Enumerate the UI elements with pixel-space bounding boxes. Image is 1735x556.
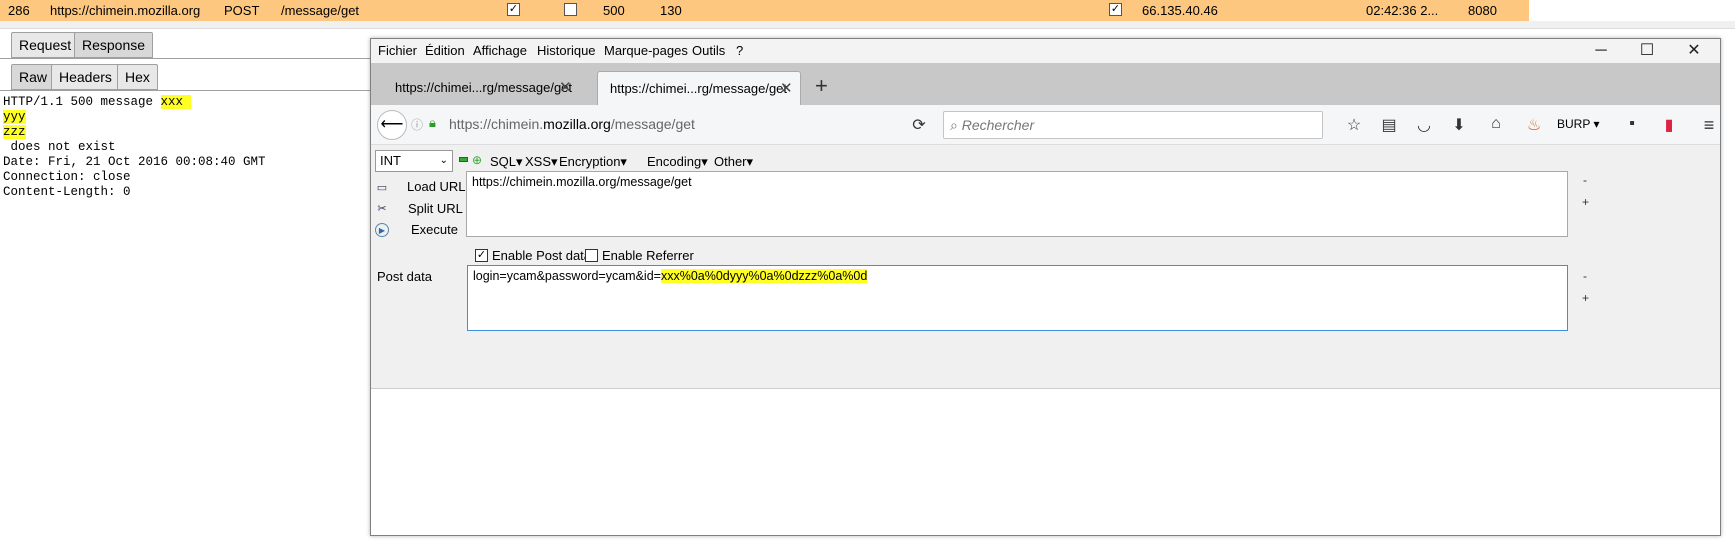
chevron-down-icon: ⌄ (439, 155, 448, 166)
tab-response[interactable]: Response (74, 32, 154, 58)
row-method: POST (224, 3, 260, 18)
split-divider[interactable] (0, 21, 1735, 29)
resp-line3: zzz (3, 125, 26, 139)
hamburger-menu-icon[interactable]: ≡ (1697, 115, 1721, 136)
enable-post-label: Enable Post data (492, 248, 592, 263)
tab-headers[interactable]: Headers (51, 64, 120, 90)
back-arrow-icon[interactable]: ⟵ (377, 110, 407, 140)
load-url-button[interactable]: Load URL (407, 179, 466, 194)
post-shrink-button[interactable]: - (1583, 269, 1587, 283)
minimize-button[interactable]: ─ (1581, 41, 1621, 61)
row-path: /message/get (281, 3, 360, 18)
menu-fichier[interactable]: Fichier (378, 43, 417, 58)
close-icon[interactable]: ✕ (780, 72, 793, 106)
menu-marque-pages[interactable]: Marque-pages (604, 43, 688, 58)
resp-line6: Connection: close (3, 170, 131, 184)
browser-tab-1[interactable]: https://chimei...rg/message/get ✕ (383, 71, 581, 105)
home-icon[interactable]: ⌂ (1484, 115, 1508, 133)
encoding-menu[interactable]: Encoding▾ (647, 154, 708, 170)
xss-menu[interactable]: XSS▾ (525, 154, 558, 170)
browser-tab-1-label: https://chimei...rg/message/get (395, 80, 573, 95)
other-menu[interactable]: Other▾ (714, 154, 753, 170)
comment-icon[interactable]: ▪ (1620, 115, 1644, 133)
search-input[interactable]: ⌕ Rechercher (943, 111, 1323, 139)
row-host: https://chimein.mozilla.org (50, 3, 201, 18)
download-icon[interactable]: ⬇ (1447, 115, 1471, 135)
resp-line7: Content-Length: 0 (3, 185, 131, 199)
post-grow-button[interactable]: + (1582, 291, 1589, 305)
close-icon[interactable]: ✕ (559, 71, 572, 105)
row-status: 500 (603, 3, 625, 18)
increase-icon[interactable]: ⊕ (472, 153, 482, 167)
decrease-icon[interactable] (459, 157, 468, 162)
hackbar-panel: ▭ Load URL ✂ Split URL ▶ Execute https:/… (371, 171, 1720, 389)
int-select[interactable]: INT ⌄ (375, 150, 453, 172)
history-row-selected[interactable]: 286 https://chimein.mozilla.org POST /me… (0, 0, 1529, 21)
tab-request[interactable]: Request (11, 32, 80, 58)
post-data-payload: xxx%0a%0dyyy%0a%0dzzz%0a%0d (660, 269, 868, 283)
resp-line2: yyy (3, 110, 26, 124)
reload-icon[interactable]: ⟳ (907, 115, 931, 135)
ssl-checkbox[interactable]: ✓ (1109, 3, 1122, 16)
menu-help[interactable]: ? (736, 43, 743, 58)
row-ip: 66.135.40.46 (1142, 3, 1218, 18)
firefox-window: Fichier Édition Affichage Historique Mar… (370, 38, 1721, 536)
info-icon[interactable]: ⓘ (411, 116, 423, 133)
resp-line4: does not exist (3, 140, 116, 154)
page-content (371, 389, 1720, 535)
reader-list-icon[interactable]: ▤ (1377, 115, 1401, 135)
browser-tab-2-label: https://chimei...rg/message/get (610, 81, 788, 96)
response-raw-text[interactable]: HTTP/1.1 500 message xxx yyy zzz does no… (3, 95, 266, 200)
browser-tab-2[interactable]: https://chimei...rg/message/get ✕ (597, 71, 801, 105)
encryption-menu[interactable]: Encryption▾ (559, 154, 627, 170)
edited-checkbox[interactable] (564, 3, 577, 16)
nav-bar: ⟵ ⓘ 🔒︎ https://chimein.mozilla.org/messa… (371, 105, 1720, 145)
url-bar[interactable]: https://chimein.mozilla.org/message/get (443, 111, 903, 139)
enable-post-checkbox[interactable]: ✓ (475, 249, 488, 262)
post-data-label: Post data (377, 269, 432, 284)
scissors-icon: ✂ (377, 203, 387, 215)
tab-hex[interactable]: Hex (117, 64, 158, 90)
search-icon: ⌕ (950, 117, 958, 133)
burp-proxy-menu[interactable]: BURP ▾ (1557, 117, 1599, 131)
menu-bar: Fichier Édition Affichage Historique Mar… (371, 39, 1720, 63)
load-url-icon: ▭ (376, 182, 388, 194)
new-tab-button[interactable]: + (815, 73, 828, 99)
subtab-divider (0, 90, 370, 91)
resp-line1: HTTP/1.1 500 message xxx (3, 95, 191, 109)
execute-button[interactable]: Execute (411, 222, 458, 237)
enable-referrer-label: Enable Referrer (602, 248, 694, 263)
tab-bar: https://chimei...rg/message/get ✕ https:… (371, 63, 1720, 105)
pocket-icon[interactable]: ◡ (1412, 115, 1436, 135)
menu-affichage[interactable]: Affichage (473, 43, 527, 58)
url-grow-button[interactable]: + (1582, 195, 1589, 209)
lock-icon: 🔒︎ (429, 115, 436, 130)
close-window-button[interactable]: ✕ (1674, 41, 1714, 61)
bookmark-star-icon[interactable]: ☆ (1342, 115, 1366, 135)
row-time: 02:42:36 2... (1366, 3, 1439, 18)
sql-menu[interactable]: SQL▾ (490, 154, 523, 170)
enable-referrer-checkbox[interactable] (585, 249, 598, 262)
menu-outils[interactable]: Outils (692, 43, 725, 58)
url-textarea[interactable]: https://chimein.mozilla.org/message/get (466, 171, 1568, 237)
row-port: 8080 (1468, 3, 1497, 18)
resp-line5: Date: Fri, 21 Oct 2016 00:08:40 GMT (3, 155, 266, 169)
tab-divider (0, 58, 370, 59)
params-checkbox[interactable]: ✓ (507, 3, 520, 16)
row-length: 130 (660, 3, 682, 18)
maximize-button[interactable]: ☐ (1627, 41, 1667, 61)
menu-edition[interactable]: Édition (425, 43, 465, 58)
tab-raw[interactable]: Raw (11, 64, 56, 90)
split-url-button[interactable]: Split URL (408, 201, 463, 216)
extension-fire-icon[interactable]: ♨ (1522, 115, 1546, 135)
menu-historique[interactable]: Historique (537, 43, 596, 58)
post-data-textarea[interactable]: login=ycam&password=ycam&id=xxx%0a%0dyyy… (467, 265, 1568, 331)
row-id: 286 (8, 3, 30, 18)
execute-icon: ▶ (375, 223, 389, 237)
extension-red-icon[interactable]: ▮ (1657, 115, 1681, 135)
url-shrink-button[interactable]: - (1583, 173, 1587, 187)
